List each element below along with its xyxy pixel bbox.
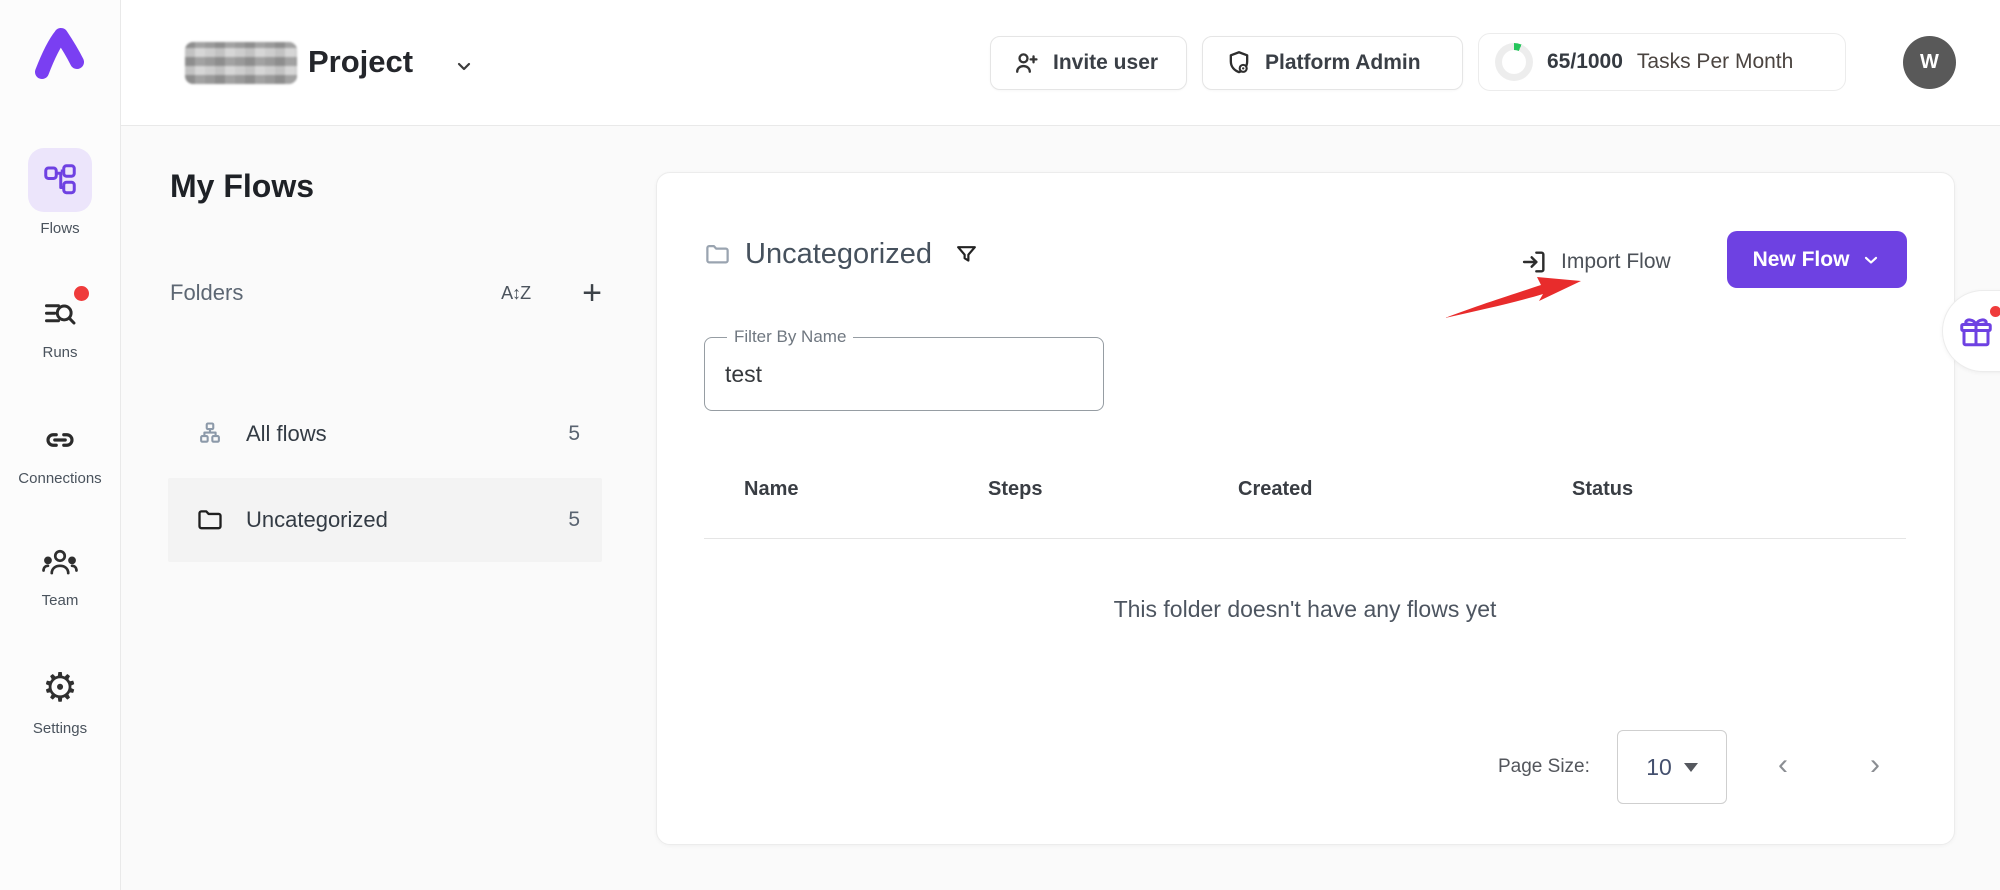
import-icon — [1520, 248, 1548, 276]
page-size-select[interactable]: 10 — [1617, 730, 1727, 804]
tasks-count: 65/1000 — [1547, 50, 1623, 74]
page-size-value: 10 — [1646, 754, 1672, 781]
runs-notification-dot — [74, 286, 89, 301]
app-window: Flows Runs Connections — [0, 0, 2000, 890]
filter-by-name-field: Filter By Name — [704, 337, 1104, 411]
column-header-name: Name — [744, 478, 798, 501]
sidebar-item-label: Flows — [0, 220, 120, 237]
folders-header: Folders A↕Z + — [170, 280, 602, 306]
user-plus-icon — [1013, 49, 1041, 77]
sidebar-item-settings[interactable]: ⚙ Settings — [0, 664, 120, 737]
empty-state-message: This folder doesn't have any flows yet — [700, 596, 1910, 623]
invite-user-button[interactable]: Invite user — [990, 36, 1187, 90]
sidebar-item-label: Team — [0, 592, 120, 609]
chevron-down-icon[interactable] — [452, 54, 476, 78]
user-avatar[interactable]: W — [1903, 36, 1956, 89]
tasks-usage-pill[interactable]: 65/1000 Tasks Per Month — [1478, 33, 1846, 91]
panel-folder-title: Uncategorized — [745, 238, 932, 271]
column-header-steps: Steps — [988, 478, 1042, 501]
flows-icon — [28, 148, 92, 212]
activepieces-logo-icon[interactable] — [28, 22, 92, 82]
next-page-button[interactable]: › — [1870, 746, 1880, 784]
sidebar-item-flows[interactable]: Flows — [0, 148, 120, 237]
folder-count: 5 — [568, 422, 580, 446]
filter-funnel-icon[interactable] — [954, 242, 979, 267]
folder-item-all-flows[interactable]: All flows 5 — [168, 392, 602, 476]
folder-icon — [196, 506, 224, 534]
filter-by-name-input[interactable] — [725, 352, 1075, 396]
new-flow-button[interactable]: New Flow — [1727, 231, 1907, 288]
project-name-redacted — [185, 42, 297, 84]
pagination: Page Size: 10 ‹ › — [1490, 728, 1906, 808]
sidebar: Flows Runs Connections — [0, 0, 121, 890]
sidebar-item-connections[interactable]: Connections — [0, 418, 120, 487]
caret-down-icon — [1684, 763, 1698, 772]
tasks-progress-ring — [1495, 43, 1533, 81]
folder-item-uncategorized[interactable]: Uncategorized 5 — [168, 478, 602, 562]
filter-field-label: Filter By Name — [727, 327, 853, 347]
folder-name: All flows — [246, 421, 327, 447]
sort-alpha-icon[interactable]: A↕Z — [501, 283, 530, 304]
page-size-label: Page Size: — [1498, 756, 1590, 778]
gear-icon: ⚙ — [28, 664, 92, 712]
import-flow-button[interactable]: Import Flow — [1520, 248, 1671, 276]
flows-table-header: Name Steps Created Status — [704, 478, 1906, 508]
panel-title-row: Uncategorized — [704, 238, 979, 271]
sidebar-item-label: Settings — [0, 720, 120, 737]
folders-heading: Folders — [170, 280, 243, 306]
folder-count: 5 — [568, 508, 580, 532]
sidebar-item-label: Runs — [0, 344, 120, 361]
platform-admin-button[interactable]: Platform Admin — [1202, 36, 1463, 90]
chevron-down-icon — [1861, 250, 1881, 270]
column-header-status: Status — [1572, 478, 1633, 501]
column-header-created: Created — [1238, 478, 1312, 501]
sidebar-item-runs[interactable]: Runs — [0, 292, 120, 361]
rewards-notification-dot — [1990, 306, 2000, 317]
sidebar-item-label: Connections — [0, 470, 120, 487]
link-icon — [28, 418, 92, 462]
project-switcher[interactable]: Project — [308, 44, 413, 80]
import-flow-label: Import Flow — [1561, 250, 1671, 274]
platform-admin-label: Platform Admin — [1265, 51, 1421, 75]
folder-icon — [704, 241, 731, 268]
sidebar-item-team[interactable]: Team — [0, 540, 120, 609]
new-flow-label: New Flow — [1753, 248, 1850, 272]
previous-page-button[interactable]: ‹ — [1778, 746, 1788, 784]
page-title: My Flows — [170, 168, 314, 205]
team-icon — [28, 540, 92, 584]
tasks-label: Tasks Per Month — [1637, 50, 1793, 74]
folder-name: Uncategorized — [246, 507, 388, 533]
tree-icon — [196, 420, 224, 448]
invite-user-label: Invite user — [1053, 51, 1158, 75]
add-folder-button[interactable]: + — [582, 283, 602, 303]
shield-admin-icon — [1225, 49, 1253, 77]
table-divider — [704, 538, 1906, 539]
gift-icon — [1958, 314, 1994, 350]
